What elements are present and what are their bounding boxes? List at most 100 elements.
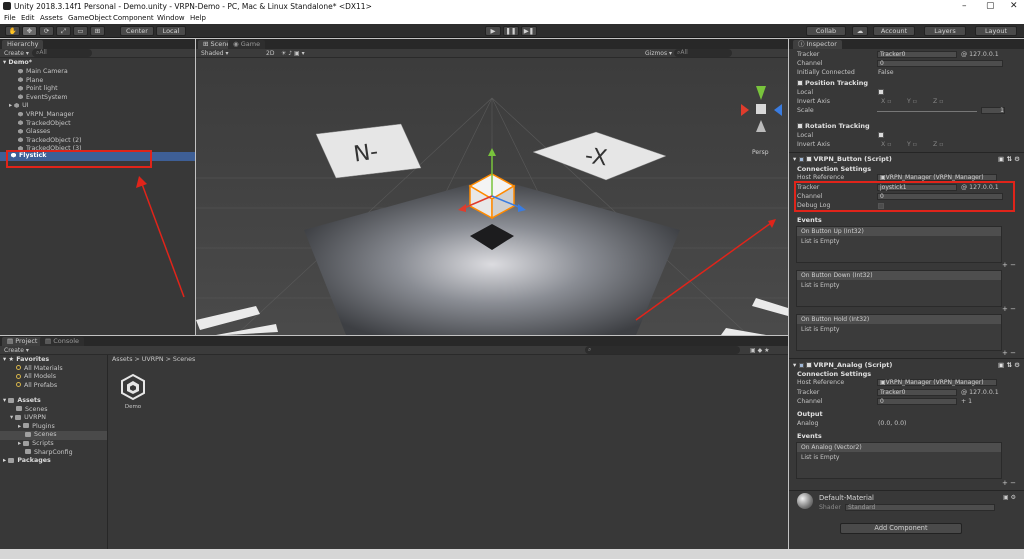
checkbox-icon[interactable] bbox=[797, 123, 803, 129]
menu-window[interactable]: Window bbox=[157, 14, 185, 22]
checkbox-icon[interactable] bbox=[797, 80, 803, 86]
gizmos-dropdown[interactable]: Gizmos ▾ bbox=[645, 50, 672, 57]
menu-help[interactable]: Help bbox=[190, 14, 206, 22]
unity-scene-asset-icon[interactable] bbox=[119, 373, 147, 401]
pivot-center-button[interactable]: Center bbox=[120, 26, 154, 36]
breadcrumb[interactable]: Assets > UVRPN > Scenes bbox=[112, 356, 195, 363]
add-component-button[interactable]: Add Component bbox=[840, 523, 962, 534]
favorites-header[interactable]: ▾ ★ Favorites bbox=[0, 356, 107, 365]
analog-channel-field[interactable]: 0 bbox=[877, 398, 957, 405]
tab-console[interactable]: ▤ Console bbox=[40, 337, 85, 346]
maximize-icon[interactable]: ▢ bbox=[986, 1, 995, 11]
cloud-icon[interactable]: ☁ bbox=[852, 26, 868, 36]
hierarchy-item-plane[interactable]: Plane bbox=[0, 77, 195, 86]
host-reference-label-2: Host Reference bbox=[797, 379, 845, 386]
hierarchy-create-button[interactable]: Create ▾ bbox=[4, 50, 29, 57]
component-settings-icon[interactable]: ▣ ⇅ ⚙ bbox=[998, 155, 1020, 163]
position-tracking-header[interactable]: Position Tracking bbox=[789, 79, 1024, 89]
pivot-local-button[interactable]: Local bbox=[156, 26, 186, 36]
menu-gameobject[interactable]: GameObject bbox=[68, 14, 112, 22]
add-remove-icon[interactable]: + − bbox=[1002, 305, 1016, 313]
local-checkbox[interactable] bbox=[878, 89, 884, 95]
shader-dropdown[interactable]: Standard bbox=[845, 504, 995, 511]
project-create-button[interactable]: Create ▾ bbox=[4, 347, 29, 354]
packages-header[interactable]: ▸ Packages bbox=[0, 457, 107, 466]
material-settings-icon[interactable]: ▣ ⚙ bbox=[1003, 494, 1016, 501]
mode-2d-toggle[interactable]: 2D bbox=[266, 50, 274, 57]
scene-search-input[interactable]: ⌕All bbox=[674, 49, 732, 57]
hierarchy-item-ui[interactable]: ▸ UI bbox=[0, 102, 195, 111]
tab-project[interactable]: ▤ Project bbox=[2, 337, 43, 346]
menu-edit[interactable]: Edit bbox=[21, 14, 35, 22]
hierarchy-item-point-light[interactable]: Point light bbox=[0, 85, 195, 94]
step-button[interactable]: ▶❚ bbox=[521, 26, 537, 36]
hand-tool-icon[interactable]: ✋ bbox=[5, 26, 20, 36]
hierarchy-item-vrpn-manager[interactable]: VRPN_Manager bbox=[0, 111, 195, 120]
rect-tool-icon[interactable]: ▭ bbox=[73, 26, 88, 36]
scene-root-row[interactable]: ▾ Demo* bbox=[0, 59, 195, 68]
component-enabled-checkbox[interactable] bbox=[805, 362, 812, 368]
scale-tool-icon[interactable]: ⤢ bbox=[56, 26, 71, 36]
scale-field[interactable]: 1 bbox=[981, 107, 1005, 114]
folder-icon bbox=[25, 449, 31, 455]
layers-dropdown[interactable]: Layers bbox=[924, 26, 966, 36]
hierarchy-item-main-camera[interactable]: Main Camera bbox=[0, 68, 195, 77]
hierarchy-item-trackedobject[interactable]: TrackedObject bbox=[0, 120, 195, 129]
minimize-icon[interactable]: – bbox=[962, 1, 967, 11]
persp-label[interactable]: Persp bbox=[752, 149, 769, 156]
folder-scripts[interactable]: ▸ Scripts bbox=[0, 440, 107, 449]
pause-button[interactable]: ❚❚ bbox=[503, 26, 519, 36]
project-filter-icons[interactable]: ▣ ◆ ★ bbox=[750, 347, 769, 354]
close-icon[interactable]: ✕ bbox=[1010, 1, 1018, 11]
channel-field[interactable]: 0 bbox=[877, 60, 1003, 67]
local-checkbox-2[interactable] bbox=[878, 132, 884, 138]
add-remove-icon[interactable]: + − bbox=[1002, 349, 1016, 357]
folder-scenes[interactable]: Scenes bbox=[0, 406, 107, 415]
favorite-all-materials[interactable]: All Materials bbox=[0, 365, 107, 374]
folder-uvrpn-scenes[interactable]: Scenes bbox=[0, 431, 107, 440]
favorite-all-prefabs[interactable]: All Prefabs bbox=[0, 382, 107, 391]
project-search-input[interactable]: ⌕ bbox=[585, 346, 740, 354]
hierarchy-item-eventsystem[interactable]: EventSystem bbox=[0, 94, 195, 103]
folder-plugins[interactable]: ▸ Plugins bbox=[0, 423, 107, 432]
rotate-tool-icon[interactable]: ⟳ bbox=[39, 26, 54, 36]
move-tool-icon[interactable]: ✥ bbox=[22, 26, 37, 36]
tab-game[interactable]: ◉ Game bbox=[228, 40, 266, 49]
collab-dropdown[interactable]: Collab bbox=[806, 26, 846, 36]
transform-tool-icon[interactable]: ⊞ bbox=[90, 26, 105, 36]
tab-hierarchy[interactable]: Hierarchy bbox=[2, 40, 44, 49]
vrpn-button-component-header[interactable]: ▾ VRPN_Button (Script) ▣ ⇅ ⚙ bbox=[789, 155, 1024, 165]
scene-light-toggle-icon[interactable]: ☀ ♪ ▣ ▾ bbox=[281, 50, 305, 57]
list-empty-label: List is Empty bbox=[801, 454, 840, 461]
favorite-all-models[interactable]: All Models bbox=[0, 373, 107, 382]
host-reference-field-2[interactable]: ▣VRPN_Manager (VRPN_Manager) bbox=[877, 379, 997, 386]
on-button-hold-list[interactable]: On Button Hold (Int32) List is Empty bbox=[796, 314, 1002, 351]
component-enabled-checkbox[interactable] bbox=[805, 156, 812, 162]
on-button-down-list[interactable]: On Button Down (Int32) List is Empty bbox=[796, 270, 1002, 307]
layout-dropdown[interactable]: Layout bbox=[975, 26, 1017, 36]
folder-uvrpn[interactable]: ▾ UVRPN bbox=[0, 414, 107, 423]
tracker-field[interactable]: Tracker0 bbox=[877, 51, 957, 58]
on-analog-list[interactable]: On Analog (Vector2) List is Empty bbox=[796, 442, 1002, 479]
rotation-tracking-header[interactable]: Rotation Tracking bbox=[789, 122, 1024, 132]
folder-sharpconfig[interactable]: SharpConfig bbox=[0, 449, 107, 458]
hierarchy-item-glasses[interactable]: Glasses bbox=[0, 128, 195, 137]
hierarchy-search-input[interactable]: ⌕All bbox=[32, 49, 92, 57]
analog-tracker-field[interactable]: Tracker0 bbox=[877, 389, 957, 396]
account-dropdown[interactable]: Account bbox=[873, 26, 915, 36]
add-remove-icon[interactable]: + − bbox=[1002, 479, 1016, 487]
play-button[interactable]: ▶ bbox=[485, 26, 501, 36]
on-button-up-list[interactable]: On Button Up (Int32) List is Empty bbox=[796, 226, 1002, 263]
hierarchy-item-trackedobject-2[interactable]: TrackedObject (2) bbox=[0, 137, 195, 146]
menu-component[interactable]: Component bbox=[113, 14, 154, 22]
assets-header[interactable]: ▾ Assets bbox=[0, 397, 107, 406]
scale-slider[interactable] bbox=[877, 111, 977, 112]
tab-inspector[interactable]: ⓘ Inspector bbox=[793, 40, 842, 49]
menu-assets[interactable]: Assets bbox=[40, 14, 63, 22]
add-remove-icon[interactable]: + − bbox=[1002, 261, 1016, 269]
host-reference-field[interactable]: ▣VRPN_Manager (VRPN_Manager) bbox=[877, 174, 997, 181]
scene-viewport[interactable]: N- -X Persp bbox=[196, 58, 788, 335]
component-settings-icon[interactable]: ▣ ⇅ ⚙ bbox=[998, 361, 1020, 369]
shading-mode-dropdown[interactable]: Shaded ▾ bbox=[201, 50, 229, 57]
menu-file[interactable]: File bbox=[4, 14, 16, 22]
